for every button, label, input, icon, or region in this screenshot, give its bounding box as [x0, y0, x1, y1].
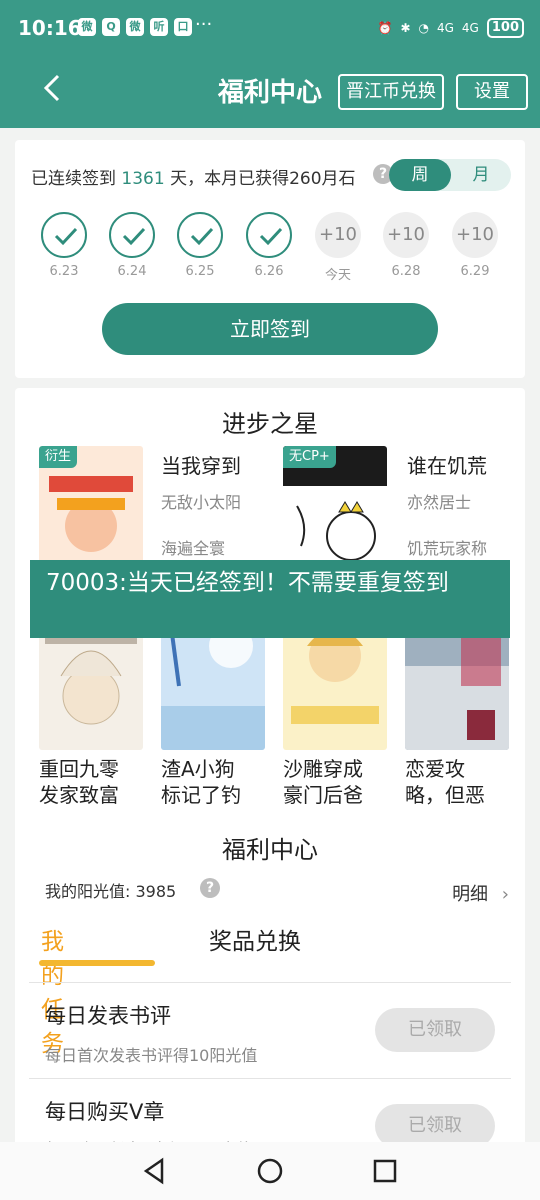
- detail-label: 明细: [452, 884, 489, 905]
- divider: [29, 1078, 511, 1079]
- battery-icon: 100: [486, 18, 524, 38]
- day-item: +10 今天: [308, 212, 368, 283]
- book-title: 当我穿到: [161, 454, 241, 478]
- stars-title: 进步之星: [222, 410, 318, 438]
- checked-icon: [41, 212, 87, 258]
- day-date: 今天: [324, 268, 351, 283]
- book-title: 渣A小狗 标记了钓: [161, 756, 269, 808]
- nav-back-icon[interactable]: [140, 1156, 170, 1186]
- checkin-streak: 已连续签到 1361 天，本月已获得260月石: [31, 164, 356, 189]
- day-item: 6.26: [239, 212, 299, 279]
- book-title-line: 豪门后爸: [283, 783, 363, 807]
- checked-icon: [246, 212, 292, 258]
- streak-days: 1361: [121, 169, 165, 189]
- day-item: +10 6.28: [376, 212, 436, 279]
- checkin-card: 已连续签到 1361 天，本月已获得260月石 ? 周 月 6.23 6.24 …: [15, 140, 525, 378]
- day-date: 6.29: [460, 264, 490, 279]
- reward-badge: +10: [315, 212, 361, 258]
- book-title: 恋爱攻 略，但恶: [405, 756, 513, 808]
- toggle-month[interactable]: 月: [451, 159, 511, 191]
- sign-in-button[interactable]: 立即签到: [102, 303, 438, 355]
- checked-icon: [109, 212, 155, 258]
- day-date: 6.23: [49, 264, 79, 279]
- day-item: 6.23: [34, 212, 94, 279]
- qq-icon: Q: [102, 18, 120, 36]
- day-item: 6.25: [170, 212, 230, 279]
- book-title: 沙雕穿成 豪门后爸: [283, 756, 391, 808]
- book-title: 重回九零 发家致富: [39, 756, 147, 808]
- status-bar: 10:16 微 Q 微 听 口 ··· ⏰ ✱ ◔ 4G 4G 100: [0, 0, 540, 58]
- tab-prize-exchange[interactable]: 奖品兑换: [209, 922, 301, 956]
- checkin-days: 6.23 6.24 6.25 6.26 +10 今天 +10 6.28 +10 …: [15, 212, 525, 292]
- streak-prefix: 已连续签到: [31, 169, 116, 189]
- book-title-line: 沙雕穿成: [283, 757, 363, 781]
- book-info: 谁在饥荒 亦然居士 饥荒玩家称: [407, 450, 487, 559]
- genre-tag: 无CP+: [283, 446, 336, 468]
- signal-2-icon: 4G: [461, 21, 479, 35]
- jjcoin-exchange-button[interactable]: 晋江币兑换: [338, 74, 444, 110]
- reward-badge: +10: [383, 212, 429, 258]
- tab-indicator: [39, 960, 155, 966]
- week-month-toggle[interactable]: 周 月: [389, 159, 511, 191]
- stars-card: 进步之星 衍生 当我穿到 无敌小太阳 海遍全寰 无CP+ 谁在饥荒 亦然居士 饥…: [15, 388, 525, 1148]
- settings-button[interactable]: 设置: [456, 74, 528, 110]
- listen-app-icon: 听: [150, 18, 168, 36]
- detail-link[interactable]: 明细 ›: [452, 880, 509, 906]
- top-bar: 10:16 微 Q 微 听 口 ··· ⏰ ✱ ◔ 4G 4G 100 福利中心…: [0, 0, 540, 128]
- genre-tag: 衍生: [39, 446, 78, 468]
- toast-message: 70003:当天已经签到！不需要重复签到: [30, 560, 510, 638]
- alarm-icon: ⏰: [377, 21, 393, 35]
- task-title: 每日购买V章: [45, 1100, 165, 1124]
- page-header: 福利中心 晋江币兑换 设置: [0, 58, 540, 128]
- signal-1-icon: 4G: [436, 21, 454, 35]
- reward-badge: +10: [452, 212, 498, 258]
- book-title: 谁在饥荒: [407, 454, 487, 478]
- book-title-line: 渣A小狗: [161, 757, 235, 781]
- welfare-title: 福利中心: [222, 836, 318, 864]
- book-title-line: 重回九零: [39, 757, 119, 781]
- phone-manager-icon: 口: [174, 18, 192, 36]
- day-item: +10 6.29: [445, 212, 505, 279]
- task-title: 每日发表书评: [45, 1004, 171, 1028]
- help-icon[interactable]: ?: [200, 878, 220, 898]
- book-title-line: 发家致富: [39, 783, 119, 807]
- book-info: 当我穿到 无敌小太阳 海遍全寰: [161, 450, 241, 559]
- system-nav-bar: [0, 1142, 540, 1200]
- chevron-right-icon: ›: [501, 884, 509, 905]
- page-title: 福利中心: [217, 78, 322, 108]
- book-title-line: 略，但恶: [405, 783, 485, 807]
- day-item: 6.24: [102, 212, 162, 279]
- claimed-button[interactable]: 已领取: [375, 1008, 495, 1052]
- book-desc: 饥荒玩家称: [407, 539, 488, 558]
- weibo-icon: 微: [78, 18, 96, 36]
- streak-suffix: 天，本月已获得260月石: [170, 169, 356, 189]
- book-desc: 海遍全寰: [161, 539, 226, 558]
- day-date: 6.26: [254, 264, 284, 279]
- day-date: 6.24: [117, 264, 147, 279]
- book-author: 亦然居士: [407, 493, 472, 512]
- sunshine-number: 3985: [135, 882, 177, 901]
- nav-home-icon[interactable]: [255, 1156, 285, 1186]
- book-title-line: 标记了钓: [161, 783, 241, 807]
- day-date: 6.28: [391, 264, 421, 279]
- sunshine-value: 我的阳光值: 3985: [45, 878, 176, 902]
- more-notifications-icon: ···: [195, 14, 213, 35]
- wechat-icon: 微: [126, 18, 144, 36]
- back-arrow-icon[interactable]: [38, 70, 68, 106]
- status-time: 10:16: [18, 16, 82, 40]
- book-author: 无敌小太阳: [161, 493, 242, 512]
- tab-my-tasks[interactable]: 我的任务: [41, 922, 64, 1058]
- divider: [29, 982, 511, 983]
- day-date: 6.25: [185, 264, 215, 279]
- task-desc: 每日首次发表书评得10阳光值: [45, 1046, 258, 1065]
- system-indicators: ⏰ ✱ ◔ 4G 4G 100: [377, 18, 524, 38]
- bluetooth-icon: ✱: [400, 21, 411, 35]
- nav-recents-icon[interactable]: [370, 1156, 400, 1186]
- sunshine-label: 我的阳光值:: [45, 882, 131, 901]
- notification-icons: 微 Q 微 听 口: [78, 18, 192, 36]
- checked-icon: [177, 212, 223, 258]
- wifi-icon: ◔: [418, 21, 429, 35]
- book-title-line: 恋爱攻: [405, 757, 465, 781]
- toggle-week[interactable]: 周: [389, 159, 451, 191]
